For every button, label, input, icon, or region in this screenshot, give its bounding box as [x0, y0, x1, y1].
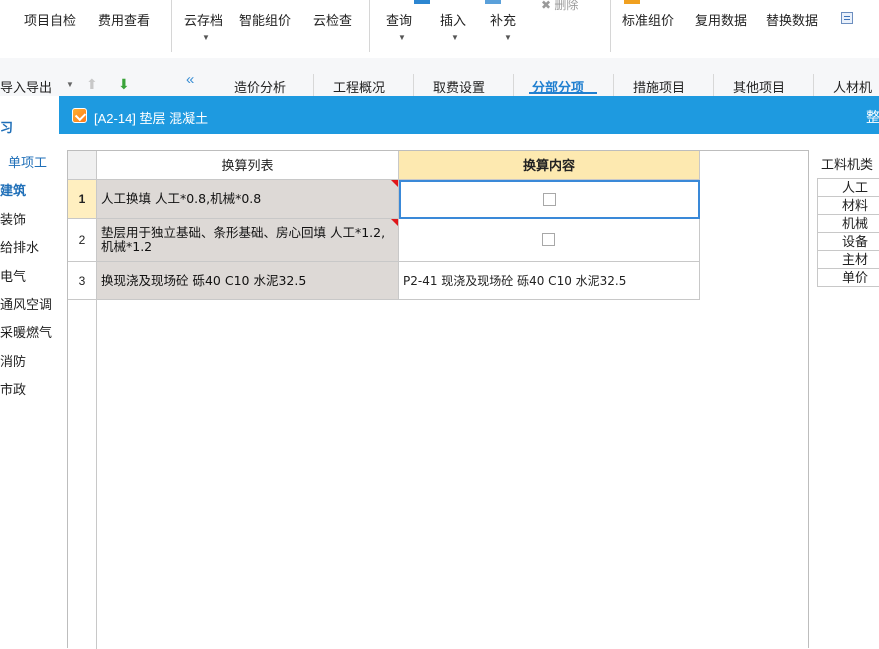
conversion-content-cell[interactable]: [399, 219, 700, 262]
conversion-list-text: 人工换填 人工*0.8,机械*0.8: [101, 191, 262, 206]
tab-fee-settings[interactable]: 取费设置: [433, 77, 485, 96]
supplement-icon: [485, 0, 501, 4]
grid-corner-cell: [68, 151, 97, 180]
standard-pricing-button[interactable]: 标准组价: [622, 10, 674, 29]
delete-label: 删除: [554, 0, 579, 12]
move-down-arrow-icon[interactable]: ⬇: [118, 76, 130, 93]
panel-item-equipment[interactable]: 设备: [817, 233, 879, 251]
reuse-data-button[interactable]: 复用数据: [695, 10, 747, 29]
move-up-arrow-icon[interactable]: ⬆: [86, 76, 98, 93]
insert-caret-icon[interactable]: ▼: [451, 33, 459, 42]
tree-item-study[interactable]: 习: [0, 117, 13, 136]
dialog-title-bar[interactable]: [A2-14] 垫层 混凝土 整: [59, 96, 879, 134]
toolbar-divider: [610, 0, 611, 52]
column-header-conversion-list: 换算列表: [97, 151, 399, 180]
tab-divider: [813, 74, 814, 96]
toolbar-divider: [369, 0, 370, 52]
app-logo-icon: [72, 108, 87, 123]
labor-material-panel: 工料机类 人工 材料 机械 设备 主材 单价: [814, 150, 879, 648]
tab-project-overview[interactable]: 工程概况: [333, 77, 385, 96]
panel-item-material[interactable]: 材料: [817, 197, 879, 215]
panel-item-labor[interactable]: 人工: [817, 179, 879, 197]
tab-divider: [613, 74, 614, 96]
tab-divider: [313, 74, 314, 96]
delete-x-icon: ✖: [541, 0, 552, 12]
query-icon: [414, 0, 430, 4]
smart-pricing-button[interactable]: 智能组价: [239, 10, 291, 29]
comment-marker-icon: [391, 180, 398, 187]
tree-item-fire[interactable]: 消防: [0, 351, 26, 370]
query-button[interactable]: 查询: [386, 10, 412, 29]
tab-measure-items[interactable]: 措施项目: [633, 77, 685, 96]
fee-view-button[interactable]: 费用查看: [98, 10, 150, 29]
conversion-dialog: [A2-14] 垫层 混凝土 整 换算列表 换算内容 1 人工换填 人工*0.8…: [59, 96, 879, 649]
conversion-list-text: 垫层用于独立基础、条形基础、房心回填 人工*1.2,机械*1.2: [101, 225, 386, 254]
tree-item-building[interactable]: 建筑: [0, 180, 26, 199]
delete-button[interactable]: ✖ 删除: [541, 0, 578, 13]
conversion-checkbox[interactable]: [542, 192, 556, 206]
collapse-panel-icon[interactable]: «: [186, 71, 194, 88]
standard-pricing-icon: [624, 0, 640, 4]
labor-material-header: 工料机类: [817, 150, 879, 179]
cloud-archive-button[interactable]: 云存档: [184, 10, 223, 29]
replace-data-button[interactable]: 替换数据: [766, 10, 818, 29]
conversion-list-cell[interactable]: 人工换填 人工*0.8,机械*0.8: [97, 180, 399, 219]
tab-divider: [413, 74, 414, 96]
panel-item-machinery[interactable]: 机械: [817, 215, 879, 233]
query-caret-icon[interactable]: ▼: [398, 33, 406, 42]
row-number[interactable]: 2: [68, 219, 97, 262]
row-number[interactable]: 1: [68, 180, 97, 219]
import-export-caret-icon[interactable]: ▼: [66, 80, 74, 89]
tree-item-water-supply[interactable]: 给排水: [0, 237, 39, 256]
nav-bar: 导入导出 ▼ ⬆ ⬇ « 造价分析 工程概况 取费设置 分部分项 措施项目 其他…: [0, 58, 879, 96]
conversion-list-cell[interactable]: 垫层用于独立基础、条形基础、房心回填 人工*1.2,机械*1.2: [97, 219, 399, 262]
conversion-list-text: 换现浇及现场砼 砾40 C10 水泥32.5: [101, 273, 307, 288]
conversion-grid: 换算列表 换算内容 1 人工换填 人工*0.8,机械*0.8 2 垫层用于独立基…: [67, 150, 809, 649]
project-tree: 习 单项工 建筑 装饰 给排水 电气 通风空调 采暖燃气 消防 市政: [0, 96, 60, 648]
tree-item-decoration[interactable]: 装饰: [0, 209, 26, 228]
tab-divider: [513, 74, 514, 96]
ribbon-toolbar: 项目自检 费用查看 云存档 ▼ 智能组价 云检查 查询 ▼ 插入 ▼ 补充 ▼ …: [0, 0, 879, 59]
supplement-button[interactable]: 补充: [490, 10, 516, 29]
conversion-content-cell[interactable]: [399, 180, 700, 219]
cloud-check-button[interactable]: 云检查: [313, 10, 352, 29]
tab-other-items[interactable]: 其他项目: [733, 77, 785, 96]
panel-item-unit-price[interactable]: 单价: [817, 269, 879, 287]
tab-labor-material[interactable]: 人材机: [833, 77, 872, 96]
column-header-conversion-content: 换算内容: [399, 151, 700, 180]
row-number[interactable]: 3: [68, 262, 97, 300]
panel-item-main-material[interactable]: 主材: [817, 251, 879, 269]
grid-column-line: [96, 300, 97, 649]
list-icon[interactable]: [841, 12, 853, 24]
toolbar-divider: [171, 0, 172, 52]
tab-cost-analysis[interactable]: 造价分析: [234, 77, 286, 96]
conversion-checkbox[interactable]: [542, 233, 555, 246]
conversion-list-cell[interactable]: 换现浇及现场砼 砾40 C10 水泥32.5: [97, 262, 399, 300]
tree-item-heating-gas[interactable]: 采暖燃气: [0, 322, 52, 341]
tree-item-municipal[interactable]: 市政: [0, 379, 26, 398]
conversion-content-cell[interactable]: P2-41 现浇及现场砼 砾40 C10 水泥32.5: [399, 262, 700, 300]
tree-item-unit-project[interactable]: 单项工: [8, 152, 47, 171]
tree-item-hvac[interactable]: 通风空调: [0, 294, 52, 313]
dialog-title: [A2-14] 垫层 混凝土: [94, 111, 209, 126]
active-tab-underline: [529, 92, 597, 94]
tree-item-electrical[interactable]: 电气: [0, 266, 26, 285]
dialog-title-right-text: 整: [866, 109, 879, 125]
comment-marker-icon: [391, 219, 398, 226]
insert-button[interactable]: 插入: [440, 10, 466, 29]
project-self-check-button[interactable]: 项目自检: [24, 10, 76, 29]
cloud-archive-caret-icon[interactable]: ▼: [202, 33, 210, 42]
import-export-menu[interactable]: 导入导出: [0, 77, 52, 96]
tab-divider: [713, 74, 714, 96]
supplement-caret-icon[interactable]: ▼: [504, 33, 512, 42]
